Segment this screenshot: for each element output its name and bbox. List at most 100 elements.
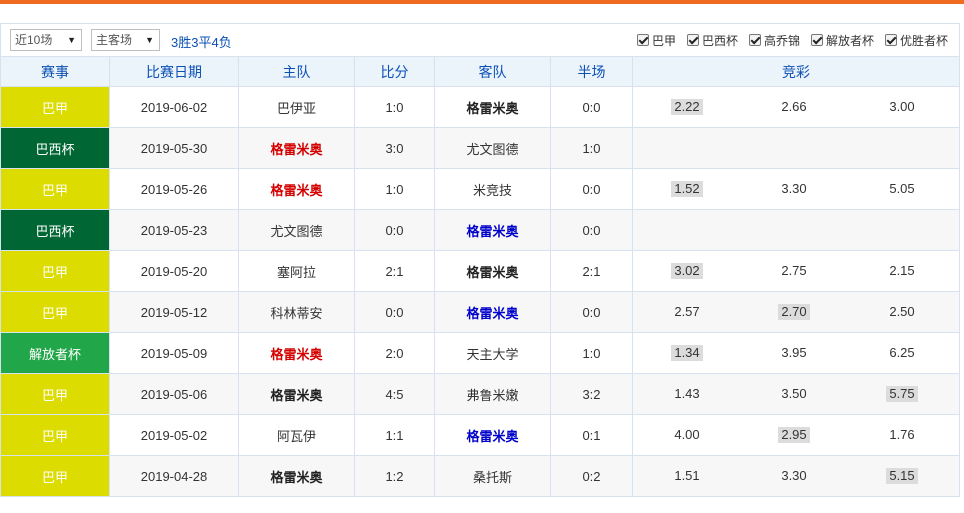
league-badge[interactable]: 巴甲 [1, 251, 109, 291]
table-row: 巴甲 2019-06-02 巴伊亚 1:0 格雷米奥 0:0 2.22 2.66 3.00 [1, 86, 959, 127]
league-filter-0[interactable]: 巴甲 [637, 32, 676, 48]
odds-value-1[interactable]: 1.52 [647, 169, 727, 209]
home-team[interactable]: 格雷米奥 [238, 333, 354, 373]
odds-value-2[interactable] [754, 210, 834, 250]
odds-value-2[interactable]: 2.75 [754, 251, 834, 291]
home-team[interactable]: 巴伊亚 [238, 87, 354, 127]
final-score[interactable]: 2:1 [354, 251, 434, 291]
home-team[interactable]: 科林蒂安 [238, 292, 354, 332]
league-badge[interactable]: 巴西杯 [1, 128, 109, 168]
odds-value-3[interactable]: 5.75 [862, 374, 942, 414]
league-badge[interactable]: 解放者杯 [1, 333, 109, 373]
away-team[interactable]: 桑托斯 [434, 456, 550, 496]
league-badge[interactable]: 巴甲 [1, 456, 109, 496]
home-team[interactable]: 阿瓦伊 [238, 415, 354, 455]
final-score[interactable]: 4:5 [354, 374, 434, 414]
odds-value-3[interactable]: 2.15 [862, 251, 942, 291]
match-date: 2019-05-02 [109, 415, 238, 455]
odds-value-1[interactable]: 2.22 [647, 87, 727, 127]
away-team[interactable]: 格雷米奥 [434, 210, 550, 250]
away-team[interactable]: 尤文图德 [434, 128, 550, 168]
home-team[interactable]: 格雷米奥 [238, 374, 354, 414]
away-team[interactable]: 格雷米奥 [434, 251, 550, 291]
home-team[interactable]: 格雷米奥 [238, 456, 354, 496]
odds-value-2[interactable]: 3.30 [754, 169, 834, 209]
checkbox-checked-icon[interactable] [749, 34, 761, 46]
final-score[interactable]: 2:0 [354, 333, 434, 373]
odds-value-2[interactable]: 2.70 [754, 292, 834, 332]
odds-value-1[interactable]: 1.34 [647, 333, 727, 373]
final-score[interactable]: 1:0 [354, 87, 434, 127]
header-odds: 竞彩 [632, 57, 959, 86]
odds-value-3[interactable]: 5.15 [862, 456, 942, 496]
chevron-down-icon: ▼ [145, 35, 154, 45]
away-team[interactable]: 米竞技 [434, 169, 550, 209]
odds-value-1[interactable] [647, 128, 727, 168]
odds-value-2[interactable] [754, 128, 834, 168]
odds-value-3[interactable] [862, 128, 942, 168]
league-badge[interactable]: 巴甲 [1, 169, 109, 209]
venue-select[interactable]: 主客场 ▼ [91, 29, 160, 51]
league-cell: 巴甲 [1, 251, 109, 291]
header-away: 客队 [434, 57, 550, 86]
checkbox-checked-icon[interactable] [637, 34, 649, 46]
checkbox-checked-icon[interactable] [687, 34, 699, 46]
header-date: 比赛日期 [109, 57, 238, 86]
away-team[interactable]: 弗鲁米嫩 [434, 374, 550, 414]
league-badge[interactable]: 巴甲 [1, 374, 109, 414]
league-filter-2[interactable]: 高乔锦 [749, 32, 800, 48]
odds-value-3[interactable]: 2.50 [862, 292, 942, 332]
odds-cell: 2.22 2.66 3.00 [632, 87, 959, 127]
odds-cell: 1.51 3.30 5.15 [632, 456, 959, 496]
checkbox-checked-icon[interactable] [885, 34, 897, 46]
league-cell: 巴甲 [1, 87, 109, 127]
odds-value-2[interactable]: 3.50 [754, 374, 834, 414]
league-badge[interactable]: 巴甲 [1, 87, 109, 127]
odds-value-3[interactable] [862, 210, 942, 250]
odds-cell: 4.00 2.95 1.76 [632, 415, 959, 455]
odds-value-1[interactable]: 1.43 [647, 374, 727, 414]
final-score[interactable]: 1:1 [354, 415, 434, 455]
odds-value-3[interactable]: 3.00 [862, 87, 942, 127]
header-home: 主队 [238, 57, 354, 86]
odds-value-2[interactable]: 3.95 [754, 333, 834, 373]
home-team[interactable]: 塞阿拉 [238, 251, 354, 291]
final-score[interactable]: 1:2 [354, 456, 434, 496]
odds-value-3[interactable]: 6.25 [862, 333, 942, 373]
away-team[interactable]: 格雷米奥 [434, 292, 550, 332]
odds-value-1[interactable]: 3.02 [647, 251, 727, 291]
home-team[interactable]: 格雷米奥 [238, 128, 354, 168]
away-team[interactable]: 格雷米奥 [434, 415, 550, 455]
range-select[interactable]: 近10场 ▼ [10, 29, 82, 51]
league-badge[interactable]: 巴西杯 [1, 210, 109, 250]
away-team[interactable]: 天主大学 [434, 333, 550, 373]
odds-value-3[interactable]: 1.76 [862, 415, 942, 455]
record-summary: 3胜3平4负 [171, 35, 232, 50]
odds-value-2[interactable]: 2.95 [754, 415, 834, 455]
match-history-table: 赛事 比赛日期 主队 比分 客队 半场 竞彩 巴甲 2019-06-02 巴伊亚 1:… [0, 56, 960, 497]
table-row: 巴西杯 2019-05-30 格雷米奥 3:0 尤文图德 1:0 [1, 127, 959, 168]
header-league: 赛事 [41, 63, 69, 80]
away-team[interactable]: 格雷米奥 [434, 87, 550, 127]
home-team[interactable]: 格雷米奥 [238, 169, 354, 209]
league-filter-3[interactable]: 解放者杯 [811, 32, 874, 48]
final-score[interactable]: 1:0 [354, 169, 434, 209]
league-name: 解放者杯 [28, 346, 81, 362]
odds-value-2[interactable]: 2.66 [754, 87, 834, 127]
league-filter-1[interactable]: 巴西杯 [687, 32, 738, 48]
home-team[interactable]: 尤文图德 [238, 210, 354, 250]
odds-value-1[interactable]: 2.57 [647, 292, 727, 332]
league-filter-4[interactable]: 优胜者杯 [885, 32, 948, 48]
odds-value-2[interactable]: 3.30 [754, 456, 834, 496]
odds-value-1[interactable]: 1.51 [647, 456, 727, 496]
checkbox-checked-icon[interactable] [811, 34, 823, 46]
league-name: 巴甲 [41, 264, 68, 280]
league-badge[interactable]: 巴甲 [1, 415, 109, 455]
final-score[interactable]: 3:0 [354, 128, 434, 168]
league-badge[interactable]: 巴甲 [1, 292, 109, 332]
final-score[interactable]: 0:0 [354, 210, 434, 250]
final-score[interactable]: 0:0 [354, 292, 434, 332]
odds-value-3[interactable]: 5.05 [862, 169, 942, 209]
odds-value-1[interactable] [647, 210, 727, 250]
odds-value-1[interactable]: 4.00 [647, 415, 727, 455]
